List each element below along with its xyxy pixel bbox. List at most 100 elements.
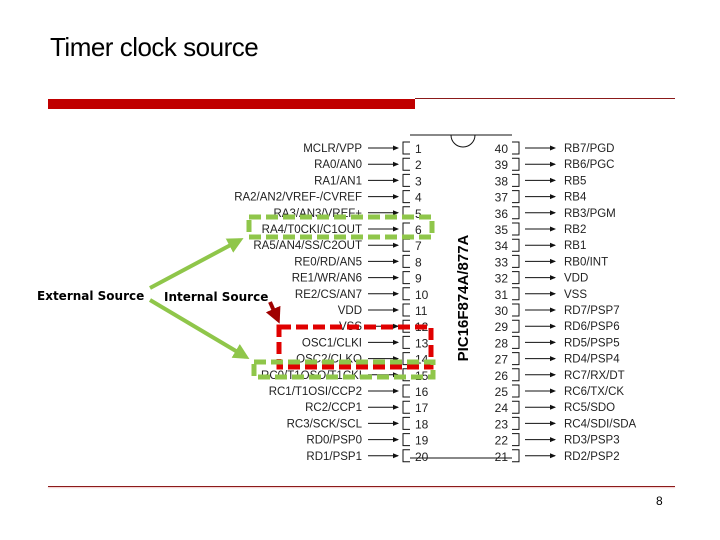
pin-stub	[512, 352, 520, 366]
left-pin: VDD 11	[338, 303, 428, 318]
left-pin: RA2/AN2/VREF-/CVREF 4	[234, 190, 422, 205]
pin-label: RE1/WR/AN6	[292, 273, 362, 285]
pin-label: VDD	[338, 305, 362, 317]
pin-number: 33	[495, 255, 509, 269]
pin-number: 20	[415, 450, 429, 464]
pin-stub	[512, 141, 520, 155]
pin-number: 35	[495, 223, 509, 237]
pin-label: RB4	[564, 192, 587, 204]
left-pin: RC1/T1OSI/CCP2 16	[269, 384, 429, 399]
pin-label: RB2	[564, 224, 586, 236]
right-pin: 26 RC7/RX/DT	[495, 368, 625, 383]
pin-label: RB1	[564, 240, 586, 252]
pin-stub	[402, 141, 410, 155]
pinout-diagram: PIC16F874A/877A MCLR/VPP 1 RA0/AN0 2 RA1/AN1…	[148, 134, 637, 464]
pin-number: 7	[415, 239, 422, 253]
pin-label: RD5/PSP5	[564, 337, 620, 349]
right-pin: 22 RD3/PSP3	[495, 433, 620, 448]
internal-arrow	[265, 301, 281, 324]
right-pin: 34 RB1	[495, 238, 586, 253]
pin-number: 25	[495, 385, 509, 399]
pin-label: RD3/PSP3	[564, 435, 620, 447]
pin-label: RE0/RD/AN5	[294, 256, 362, 268]
pin-label: RC4/SDI/SDA	[564, 418, 637, 430]
pin-number: 38	[495, 174, 509, 188]
left-pin: RC2/CCP1 17	[305, 400, 429, 415]
pin-number: 17	[415, 401, 429, 415]
pin-stub	[512, 449, 520, 463]
pin-stub	[512, 190, 520, 204]
pin-label: RD7/PSP7	[564, 305, 620, 317]
pin-stub	[512, 206, 520, 220]
pin-number: 40	[495, 142, 509, 156]
pin-stub	[402, 190, 410, 204]
pin-label: RA0/AN0	[314, 159, 362, 171]
right-pin: 28 RD5/PSP5	[495, 335, 620, 350]
pin-number: 2	[415, 158, 422, 172]
pin-label: RB0/INT	[564, 256, 608, 268]
pin-number: 1	[415, 142, 422, 156]
right-pin: 21 RD2/PSP2	[495, 449, 620, 464]
pin-stub	[512, 368, 520, 382]
left-pin: RD1/PSP1 20	[306, 449, 429, 464]
right-pin: 24 RC5/SDO	[495, 400, 615, 415]
pin-label: RC3/SCK/SCL	[287, 418, 363, 430]
pin-stub	[512, 433, 520, 447]
page-number: 8	[656, 494, 663, 508]
pin-label: VDD	[564, 273, 588, 285]
chip-notch	[450, 134, 476, 148]
pin-number: 8	[415, 255, 422, 269]
right-pin: 23 RC4/SDI/SDA	[495, 416, 637, 431]
pin-label: RC5/SDO	[564, 402, 615, 414]
left-pin: RA5/AN4/SS/C2OUT 7	[253, 238, 422, 253]
pin-stub	[402, 400, 410, 414]
right-pin: 38 RB5	[495, 173, 586, 188]
pin-stub	[402, 254, 410, 268]
pin-stub	[402, 416, 410, 430]
pin-label: RC7/RX/DT	[564, 370, 625, 382]
pin-stub	[512, 238, 520, 252]
pin-label: RD0/PSP0	[306, 435, 362, 447]
pin-number: 21	[495, 450, 509, 464]
pin-number: 26	[495, 369, 509, 383]
right-pin: 35 RB2	[495, 222, 586, 237]
pin-number: 36	[495, 207, 509, 221]
pin-number: 30	[495, 304, 509, 318]
pin-label: RD2/PSP2	[564, 451, 620, 463]
chip-name: PIC16F874A/877A	[455, 234, 472, 361]
right-pin: 25 RC6/TX/CK	[495, 384, 624, 399]
pin-stub	[402, 271, 410, 285]
pin-label: RD6/PSP6	[564, 321, 620, 333]
pin-stub	[402, 449, 410, 463]
left-pin: RA3/AN3/VREF+ 5	[273, 206, 422, 221]
pin-label: VSS	[564, 289, 587, 301]
pin-label: RC1/T1OSI/CCP2	[269, 386, 362, 398]
right-pin: 31 VSS	[495, 287, 587, 302]
pin-label: RA1/AN1	[314, 175, 362, 187]
pin-stub	[512, 222, 520, 236]
pin-stub	[402, 287, 410, 301]
pin-label: RB6/PGC	[564, 159, 615, 171]
pin-stub	[512, 416, 520, 430]
pin-label: RB7/PGD	[564, 143, 615, 155]
left-pin: OSC1/CLKI 13	[302, 335, 429, 350]
left-pin: MCLR/VPP 1	[303, 141, 422, 156]
external-arrow-lower	[148, 298, 250, 360]
external-source-label: External Source	[37, 289, 145, 303]
pin-stub	[512, 271, 520, 285]
right-pin: 33 RB0/INT	[495, 254, 608, 269]
pin-number: 29	[495, 320, 509, 334]
pin-stub	[402, 238, 410, 252]
pin-stub	[512, 400, 520, 414]
pin-number: 34	[495, 239, 509, 253]
pin-stub	[402, 173, 410, 187]
pin-label: RA5/AN4/SS/C2OUT	[253, 240, 362, 252]
pin-label: RC2/CCP1	[305, 402, 362, 414]
pin-stub	[512, 319, 520, 333]
external-arrow-upper	[149, 238, 244, 290]
left-pin: RA0/AN0 2	[314, 157, 422, 172]
left-pin: RD0/PSP0 19	[306, 433, 429, 448]
pin-number: 32	[495, 272, 509, 286]
internal-source-label: Internal Source	[164, 290, 269, 304]
left-pin: RE2/CS/AN7 10	[295, 287, 429, 302]
